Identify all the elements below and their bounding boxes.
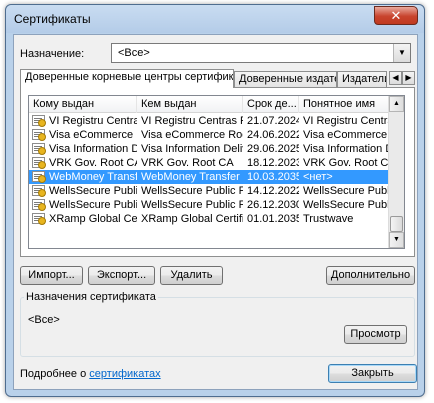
advanced-button[interactable]: Дополнительно xyxy=(326,266,415,285)
certificate-icon xyxy=(32,129,46,141)
certificate-icon xyxy=(32,157,46,169)
tab-strip: Доверенные корневые центры сертификации … xyxy=(20,69,415,88)
table-cell-issued-to: XRamp Global Certi... xyxy=(49,213,137,225)
table-cell-issued-to: WellsSecure Public ... xyxy=(49,199,137,211)
certificate-rows: VI Registru Centras R... VI Registru Cent… xyxy=(29,114,389,226)
table-cell-issued-by: VI Registru Centras R... xyxy=(141,115,243,127)
scroll-up-icon[interactable]: ▲ xyxy=(389,96,404,112)
column-expiration[interactable]: Срок де... xyxy=(243,96,299,113)
title-bar[interactable]: Сертификаты ✕ xyxy=(6,5,424,33)
learn-more-prefix: Подробнее о xyxy=(20,368,90,380)
certificates-window: Сертификаты ✕ Назначение: <Все> ▼ Довере… xyxy=(5,4,425,397)
table-cell-name: VRK Gov. Root CA xyxy=(303,157,389,169)
table-cell-expires: 24.06.2022 xyxy=(247,129,299,141)
table-cell-issued-by: WellsSecure Public R... xyxy=(141,185,243,197)
list-header: Кому выдан Кем выдан Срок де... Понятное… xyxy=(29,96,389,113)
purpose-select-value: <Все> xyxy=(118,47,150,59)
table-cell-expires: 21.07.2024 xyxy=(247,115,299,127)
table-row[interactable]: WellsSecure Public ... WellsSecure Public… xyxy=(29,184,389,198)
table-cell-expires: 29.06.2025 xyxy=(247,143,299,155)
tab-trusted-root[interactable]: Доверенные корневые центры сертификации xyxy=(20,69,234,88)
certificate-list[interactable]: Кому выдан Кем выдан Срок де... Понятное… xyxy=(28,95,405,249)
purpose-select[interactable]: <Все> ▼ xyxy=(111,43,411,63)
tab-scroll-right-icon[interactable]: ▶ xyxy=(402,71,415,85)
tab-scroll-left-icon[interactable]: ◀ xyxy=(389,71,402,85)
table-cell-name: WellsSecure Public ... xyxy=(303,185,389,197)
tab-untrusted-publishers[interactable]: Издатели, не xyxy=(337,71,387,87)
table-row[interactable]: XRamp Global Certi... XRamp Global Certif… xyxy=(29,212,389,226)
learn-more-text: Подробнее о сертификатах xyxy=(20,368,161,380)
vertical-scrollbar[interactable]: ▲ ▼ xyxy=(388,96,404,248)
table-cell-issued-by: VRK Gov. Root CA xyxy=(141,157,234,169)
table-cell-name: Visa eCommerce Root xyxy=(303,129,389,141)
table-cell-issued-by: XRamp Global Certific... xyxy=(141,213,243,225)
column-issued-to[interactable]: Кому выдан xyxy=(29,96,137,113)
dialog-body: Назначение: <Все> ▼ Доверенные корневые … xyxy=(13,34,418,390)
table-cell-issued-to: VI Registru Centras R... xyxy=(49,115,137,127)
tab-panel: Кому выдан Кем выдан Срок де... Понятное… xyxy=(20,87,415,257)
certificate-icon xyxy=(32,143,46,155)
scroll-down-icon[interactable]: ▼ xyxy=(389,232,404,248)
table-row[interactable]: Visa Information Deli... Visa Information… xyxy=(29,142,389,156)
import-button[interactable]: Импорт... xyxy=(20,266,83,285)
column-issued-by[interactable]: Кем выдан xyxy=(137,96,243,113)
table-row[interactable]: VI Registru Centras R... VI Registru Cent… xyxy=(29,114,389,128)
table-row[interactable]: WellsSecure Public ... WellsSecure Public… xyxy=(29,198,389,212)
tab-trusted-publishers[interactable]: Доверенные издатели xyxy=(234,71,337,87)
table-cell-issued-to: Visa eCommerce Root xyxy=(49,129,137,141)
certificate-purposes-value: <Все> xyxy=(28,314,60,326)
table-cell-issued-to: VRK Gov. Root CA xyxy=(49,157,137,169)
chevron-down-icon[interactable]: ▼ xyxy=(393,44,410,62)
certificate-purposes-title: Назначения сертификата xyxy=(24,291,158,303)
scroll-thumb[interactable] xyxy=(390,216,403,232)
remove-button[interactable]: Удалить xyxy=(160,266,223,285)
table-cell-issued-by: WebMoney Transfer ... xyxy=(141,171,243,183)
table-cell-issued-to: WellsSecure Public ... xyxy=(49,185,137,197)
table-cell-expires: 18.12.2023 xyxy=(247,157,299,169)
window-title: Сертификаты xyxy=(14,12,91,26)
table-cell-name: Trustwave xyxy=(303,213,354,225)
close-button[interactable]: Закрыть xyxy=(328,364,417,383)
table-cell-issued-to: WebMoney Transfe... xyxy=(49,171,137,183)
certificate-icon xyxy=(32,199,46,211)
view-button[interactable]: Просмотр xyxy=(344,325,407,344)
close-window-button[interactable]: ✕ xyxy=(374,6,418,25)
table-cell-issued-by: Visa Information Deliv... xyxy=(141,143,243,155)
column-friendly-name[interactable]: Понятное имя xyxy=(299,96,389,113)
certificate-icon xyxy=(32,185,46,197)
table-cell-issued-by: Visa eCommerce Root xyxy=(141,129,243,141)
table-cell-name: <нет> xyxy=(303,171,333,183)
table-cell-expires: 14.12.2022 xyxy=(247,185,299,197)
certificate-icon xyxy=(32,213,46,225)
table-cell-name: VI Registru Centras... xyxy=(303,115,389,127)
table-cell-name: WellsSecure Public ... xyxy=(303,199,389,211)
table-cell-expires: 01.01.2035 xyxy=(247,213,299,225)
purpose-label: Назначение: xyxy=(20,48,85,60)
table-row[interactable]: Visa eCommerce Root Visa eCommerce Root 24… xyxy=(29,128,389,142)
certificate-icon xyxy=(32,171,46,183)
certificates-help-link[interactable]: сертификатах xyxy=(89,368,160,380)
table-cell-expires: 10.03.2035 xyxy=(247,171,299,183)
export-button[interactable]: Экспорт... xyxy=(88,266,155,285)
certificate-icon xyxy=(32,115,46,127)
table-cell-issued-by: WellsSecure Public R... xyxy=(141,199,243,211)
table-cell-issued-to: Visa Information Deli... xyxy=(49,143,137,155)
table-row[interactable]: VRK Gov. Root CA VRK Gov. Root CA 18.12.20… xyxy=(29,156,389,170)
table-cell-expires: 26.12.2030 xyxy=(247,199,299,211)
table-row[interactable]: WebMoney Transfe... WebMoney Transfer ...… xyxy=(29,170,389,184)
table-cell-name: Visa Information Del... xyxy=(303,143,389,155)
